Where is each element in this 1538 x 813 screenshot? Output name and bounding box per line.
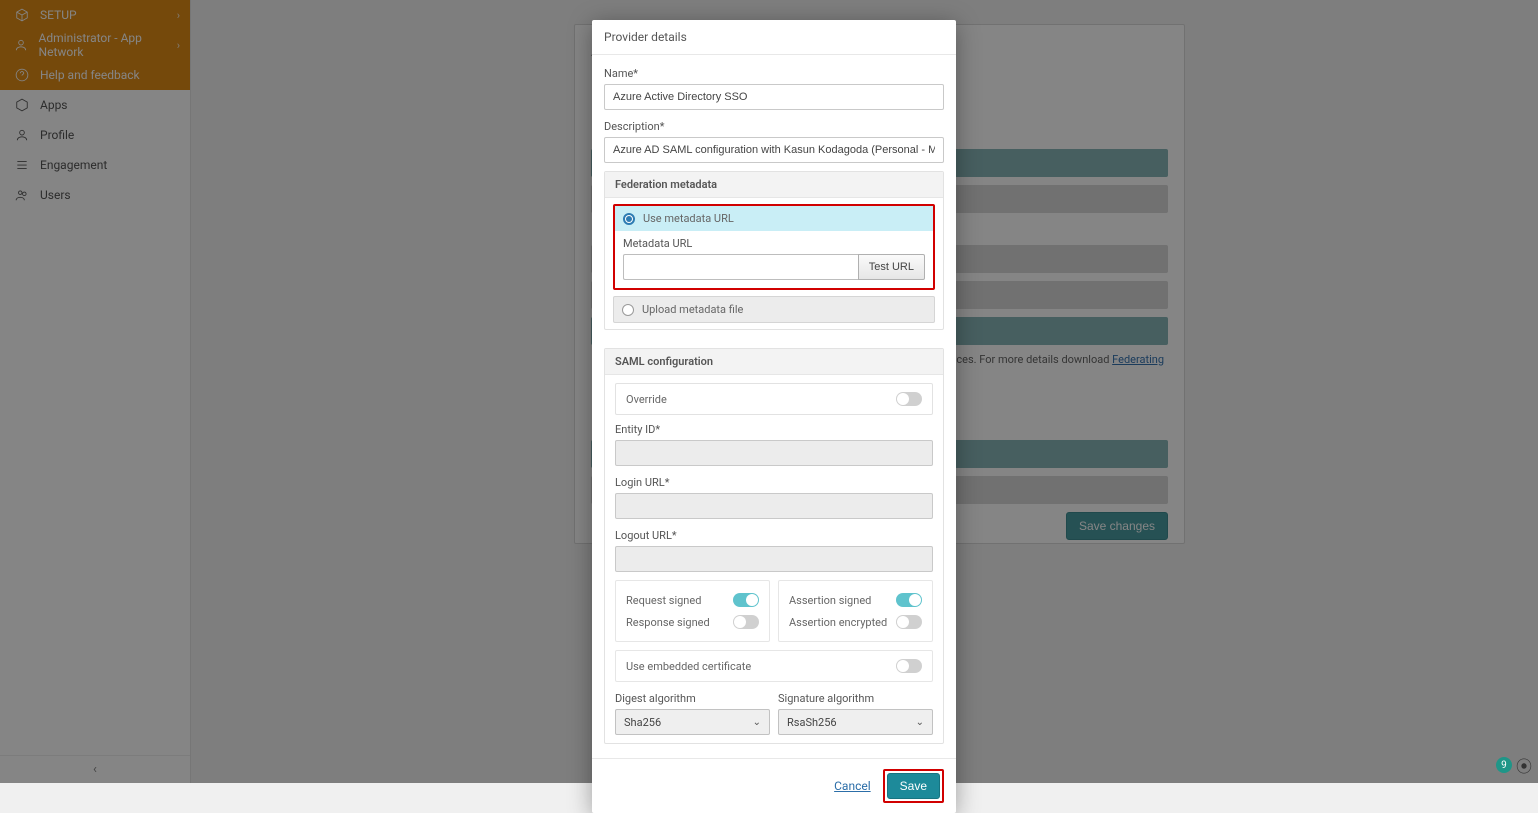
response-signed-label: Response signed [626, 616, 710, 629]
entity-id-label: Entity ID* [615, 423, 933, 436]
metadata-url-highlight: Use metadata URL Metadata URL Test URL [613, 204, 935, 290]
override-row: Override [615, 383, 933, 415]
description-label: Description* [604, 120, 944, 133]
override-label: Override [626, 393, 667, 406]
description-input[interactable] [604, 137, 944, 163]
save-button[interactable]: Save [887, 773, 940, 799]
signature-value: RsaSh256 [787, 716, 837, 729]
entity-id-input [615, 440, 933, 466]
override-toggle[interactable] [896, 392, 922, 406]
chevron-down-icon: ⌄ [916, 717, 924, 728]
digest-select[interactable]: Sha256 ⌄ [615, 709, 770, 735]
use-embedded-cert-toggle[interactable] [896, 659, 922, 673]
chevron-down-icon: ⌄ [753, 717, 761, 728]
use-metadata-url-label: Use metadata URL [643, 212, 734, 225]
assertion-encrypted-label: Assertion encrypted [789, 616, 887, 629]
upload-metadata-radio[interactable]: Upload metadata file [613, 296, 935, 323]
modal-footer: Cancel Save [592, 758, 956, 813]
test-url-button[interactable]: Test URL [858, 254, 925, 280]
response-signed-toggle[interactable] [733, 615, 759, 629]
metadata-url-label: Metadata URL [623, 237, 925, 250]
assertion-signed-label: Assertion signed [789, 594, 871, 607]
federation-heading: Federation metadata [605, 172, 943, 198]
federation-panel: Federation metadata Use metadata URL Met… [604, 171, 944, 330]
metadata-url-input[interactable] [623, 254, 858, 280]
name-label: Name* [604, 67, 944, 80]
save-highlight: Save [883, 769, 944, 803]
radio-icon [622, 304, 634, 316]
use-metadata-url-radio[interactable]: Use metadata URL [615, 206, 933, 231]
digest-value: Sha256 [624, 716, 661, 729]
saml-heading: SAML configuration [605, 349, 943, 375]
cancel-link[interactable]: Cancel [834, 779, 871, 793]
logout-url-label: Logout URL* [615, 529, 933, 542]
login-url-label: Login URL* [615, 476, 933, 489]
use-embedded-cert-row: Use embedded certificate [615, 650, 933, 682]
signature-label: Signature algorithm [778, 692, 933, 705]
use-embedded-cert-label: Use embedded certificate [626, 660, 751, 673]
provider-details-modal: Provider details Name* Description* Fede… [592, 20, 956, 813]
modal-title: Provider details [592, 20, 956, 55]
corner-widget: 9 ⦿ [1496, 753, 1532, 777]
request-signed-label: Request signed [626, 594, 701, 607]
logout-url-input [615, 546, 933, 572]
request-toggles-card: Request signed Response signed [615, 580, 770, 642]
login-url-input [615, 493, 933, 519]
signature-select[interactable]: RsaSh256 ⌄ [778, 709, 933, 735]
radio-icon [623, 213, 635, 225]
saml-panel: SAML configuration Override Entity ID* L… [604, 348, 944, 744]
notification-badge[interactable]: 9 [1496, 757, 1512, 773]
assertion-signed-toggle[interactable] [896, 593, 922, 607]
digest-label: Digest algorithm [615, 692, 770, 705]
assertion-toggles-card: Assertion signed Assertion encrypted [778, 580, 933, 642]
inspect-icon[interactable]: ⦿ [1516, 753, 1532, 777]
upload-metadata-label: Upload metadata file [642, 303, 743, 316]
assertion-encrypted-toggle[interactable] [896, 615, 922, 629]
request-signed-toggle[interactable] [733, 593, 759, 607]
name-input[interactable] [604, 84, 944, 110]
